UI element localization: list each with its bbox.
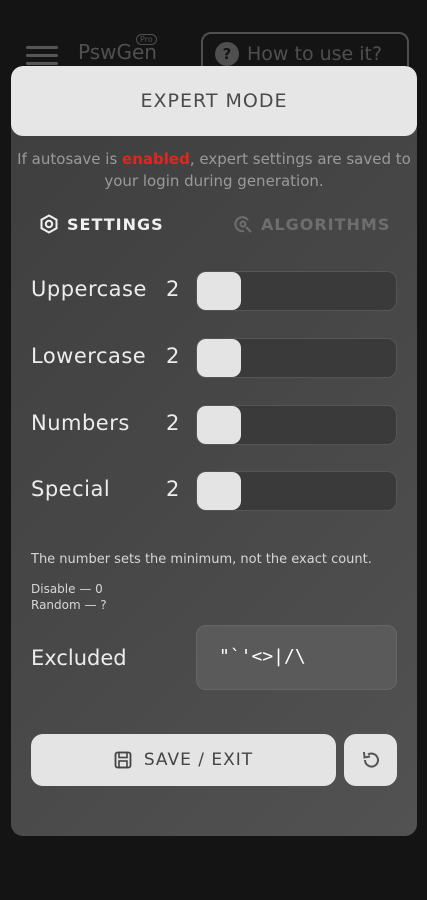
hexagon-icon	[40, 214, 58, 234]
special-slider[interactable]	[196, 471, 397, 511]
menu-icon	[26, 46, 58, 66]
lowercase-slider[interactable]	[196, 338, 397, 378]
algorithm-icon	[234, 216, 252, 233]
minimum-hint: The number sets the minimum, not the exa…	[31, 552, 372, 567]
tab-algorithms[interactable]: ALGORITHMS	[233, 214, 390, 234]
row-label: Special	[31, 477, 111, 501]
reset-icon	[362, 751, 379, 768]
special-row: Special 2	[31, 471, 397, 511]
row-label: Lowercase	[31, 344, 147, 368]
tab-bar: SETTINGS ALGORITHMS	[11, 214, 417, 240]
pro-badge: Pro	[136, 34, 157, 45]
row-count: 2	[166, 477, 180, 501]
note-prefix: If autosave is	[17, 150, 123, 168]
expert-mode-dialog: EXPERT MODE If autosave is enabled, expe…	[11, 66, 417, 836]
row-label: Uppercase	[31, 277, 147, 301]
lowercase-row: Lowercase 2	[31, 338, 397, 378]
dialog-title: EXPERT MODE	[140, 90, 288, 112]
uppercase-row: Uppercase 2	[31, 271, 397, 311]
save-exit-label: SAVE / EXIT	[143, 750, 254, 770]
numbers-row: Numbers 2	[31, 405, 397, 445]
slider-thumb[interactable]	[197, 339, 241, 377]
tab-algorithms-label: ALGORITHMS	[261, 214, 391, 234]
row-count: 2	[166, 277, 180, 301]
slider-thumb[interactable]	[197, 406, 241, 444]
save-icon	[114, 751, 132, 769]
help-button-label: How to use it?	[247, 43, 383, 65]
save-exit-button[interactable]: SAVE / EXIT	[31, 734, 336, 786]
uppercase-slider[interactable]	[196, 271, 397, 311]
excluded-label: Excluded	[31, 646, 127, 670]
tab-settings-label: SETTINGS	[67, 214, 164, 234]
excluded-input[interactable]: "`'<>|/\	[196, 625, 397, 690]
slider-thumb[interactable]	[197, 472, 241, 510]
disable-hint: Disable — 0	[31, 582, 103, 596]
note-highlight: enabled	[122, 150, 190, 168]
numbers-slider[interactable]	[196, 405, 397, 445]
question-icon: ?	[215, 42, 239, 66]
tab-settings[interactable]: SETTINGS	[39, 214, 164, 234]
row-count: 2	[166, 411, 180, 435]
reset-button[interactable]	[344, 734, 397, 786]
row-label: Numbers	[31, 411, 130, 435]
random-hint: Random — ?	[31, 598, 107, 612]
autosave-note: If autosave is enabled, expert settings …	[11, 148, 417, 192]
dialog-header: EXPERT MODE	[11, 66, 417, 136]
slider-thumb[interactable]	[197, 272, 241, 310]
row-count: 2	[166, 344, 180, 368]
